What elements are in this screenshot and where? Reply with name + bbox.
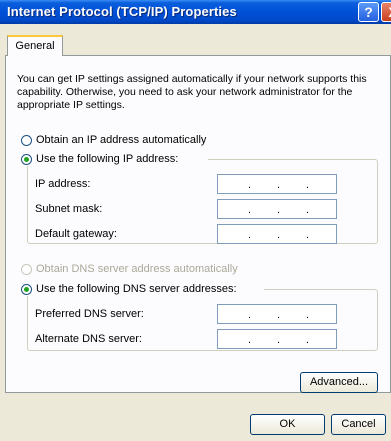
octet-separator: . bbox=[248, 204, 252, 216]
use-following-dns-radio[interactable] bbox=[21, 284, 32, 295]
tab-general[interactable]: General bbox=[7, 35, 63, 56]
description-text: You can get IP settings assigned automat… bbox=[17, 73, 367, 111]
preferred-dns-label: Preferred DNS server: bbox=[35, 308, 144, 320]
use-following-ip-label[interactable]: Use the following IP address: bbox=[36, 153, 178, 165]
ip-address-label: IP address: bbox=[35, 178, 91, 190]
ok-button[interactable]: OK bbox=[250, 414, 325, 435]
octet-separator: . bbox=[248, 334, 252, 346]
default-gateway-label: Default gateway: bbox=[35, 228, 117, 240]
octet-separator: . bbox=[306, 309, 310, 321]
octet-separator: . bbox=[277, 179, 281, 191]
octet-separator: . bbox=[277, 334, 281, 346]
default-gateway-input[interactable]: . . . bbox=[217, 224, 337, 244]
cancel-button[interactable]: Cancel bbox=[331, 414, 386, 435]
octet-separator: . bbox=[306, 204, 310, 216]
subnet-mask-input[interactable]: . . . bbox=[217, 199, 337, 219]
use-following-dns-label[interactable]: Use the following DNS server addresses: bbox=[36, 283, 237, 295]
help-button[interactable]: ? bbox=[358, 2, 379, 22]
octet-separator: . bbox=[248, 229, 252, 241]
obtain-dns-auto-radio[interactable] bbox=[21, 264, 32, 275]
obtain-dns-auto-label[interactable]: Obtain DNS server address automatically bbox=[36, 263, 238, 275]
octet-separator: . bbox=[277, 204, 281, 216]
title-bar[interactable]: Internet Protocol (TCP/IP) Properties ? … bbox=[0, 0, 391, 24]
octet-separator: . bbox=[306, 229, 310, 241]
window-title: Internet Protocol (TCP/IP) Properties bbox=[7, 4, 237, 19]
preferred-dns-input[interactable]: . . . bbox=[217, 304, 337, 324]
obtain-ip-auto-radio[interactable] bbox=[21, 135, 32, 146]
octet-separator: . bbox=[277, 229, 281, 241]
close-button[interactable]: X bbox=[381, 2, 391, 22]
use-following-ip-radio[interactable] bbox=[21, 154, 32, 165]
octet-separator: . bbox=[277, 309, 281, 321]
octet-separator: . bbox=[306, 179, 310, 191]
help-icon: ? bbox=[364, 4, 373, 20]
advanced-button[interactable]: Advanced... bbox=[300, 372, 378, 393]
subnet-mask-label: Subnet mask: bbox=[35, 203, 103, 215]
ip-address-input[interactable]: . . . bbox=[217, 174, 337, 194]
tcpip-properties-dialog: Internet Protocol (TCP/IP) Properties ? … bbox=[0, 0, 391, 441]
octet-separator: . bbox=[306, 334, 310, 346]
octet-separator: . bbox=[248, 179, 252, 191]
obtain-ip-auto-label[interactable]: Obtain an IP address automatically bbox=[36, 134, 206, 146]
alternate-dns-label: Alternate DNS server: bbox=[35, 333, 142, 345]
octet-separator: . bbox=[248, 309, 252, 321]
alternate-dns-input[interactable]: . . . bbox=[217, 329, 337, 349]
